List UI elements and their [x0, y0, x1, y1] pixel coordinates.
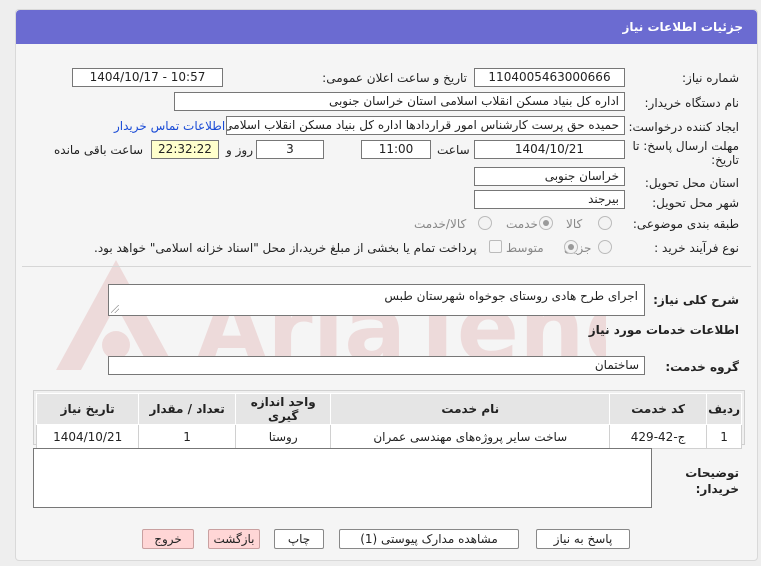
section-divider — [22, 266, 751, 267]
days-label: روز و — [226, 143, 253, 157]
buyer-contact-link[interactable]: اطلاعات تماس خریدار — [114, 119, 225, 133]
resize-grip-icon[interactable] — [111, 305, 119, 313]
category-radio-service[interactable] — [539, 216, 553, 230]
col-service-name: نام خدمت — [330, 393, 611, 425]
back-button[interactable]: بازگشت — [208, 529, 260, 549]
city-label: شهر محل تحویل: — [652, 196, 739, 210]
buyer-org-field: اداره کل بنیاد مسکن انقلاب اسلامی استان … — [174, 92, 625, 111]
category-radio-goods-service[interactable] — [478, 216, 492, 230]
view-attachments-button[interactable]: مشاهده مدارک پیوستی (1) — [339, 529, 519, 549]
purchase-radio-medium[interactable] — [564, 240, 578, 254]
print-button[interactable]: چاپ — [274, 529, 324, 549]
days-remaining-field: 3 — [256, 140, 324, 159]
cell-need-date: 1404/10/21 — [35, 424, 140, 449]
need-details-panel: جزئیات اطلاعات نیاز AriaTender.net شماره… — [15, 9, 758, 561]
col-quantity: تعداد / مقدار — [138, 393, 236, 425]
treasury-checkbox[interactable] — [489, 240, 502, 253]
description-label: شرح کلی نیاز: — [653, 293, 739, 307]
purchase-radio-minor[interactable] — [598, 240, 612, 254]
col-unit: واحد اندازه گیری — [234, 393, 332, 425]
cell-unit: روستا — [234, 424, 332, 449]
announce-datetime-label: تاریخ و ساعت اعلان عمومی: — [322, 71, 467, 85]
deadline-label-line1: مهلت ارسال پاسخ: تا — [632, 139, 739, 153]
city-field: بیرجند — [474, 190, 625, 209]
deadline-label-line2: تاریخ: — [711, 153, 739, 167]
col-need-date: تاریخ نیاز — [35, 393, 140, 425]
remaining-time-field: 22:32:22 — [151, 140, 219, 159]
buyer-notes-label-line2: خریدار: — [695, 482, 739, 496]
category-label: طبقه بندی موضوعی: — [632, 217, 739, 231]
buyer-notes-label-line1: توضیحات — [685, 466, 739, 480]
category-option-goods-service: کالا/خدمت — [414, 217, 467, 231]
deadline-date-field: 1404/10/21 — [474, 140, 625, 159]
col-service-code: کد خدمت — [609, 393, 708, 425]
col-row-number: ردیف — [706, 393, 742, 425]
table-row: 1 ج-42-429 ساخت سایر پروژه‌های مهندسی عم… — [35, 424, 742, 449]
description-field: اجرای طرح هادی روستای جوخواه شهرستان طبس — [108, 284, 645, 316]
remaining-time-label: ساعت باقی مانده — [54, 143, 144, 157]
service-group-field: ساختمان — [108, 356, 645, 375]
announce-datetime-field: 1404/10/17 - 10:57 — [72, 68, 223, 87]
province-label: استان محل تحویل: — [644, 176, 739, 190]
services-section-title: اطلاعات خدمات مورد نیاز — [588, 323, 739, 337]
services-table: ردیف کد خدمت نام خدمت واحد اندازه گیری ت… — [35, 393, 742, 449]
service-group-label: گروه خدمت: — [665, 360, 739, 374]
description-text: اجرای طرح هادی روستای جوخواه شهرستان طبس — [384, 289, 638, 303]
purchase-option-medium: متوسط — [506, 241, 544, 255]
category-option-goods: کالا — [566, 217, 583, 231]
exit-button[interactable]: خروج — [142, 529, 194, 549]
province-field: خراسان جنوبی — [474, 167, 625, 186]
services-table-wrapper: ردیف کد خدمت نام خدمت واحد اندازه گیری ت… — [33, 390, 745, 449]
cell-service-name: ساخت سایر پروژه‌های مهندسی عمران — [330, 424, 611, 449]
deadline-time-field: 11:00 — [361, 140, 431, 159]
requester-label: ایجاد کننده درخواست: — [628, 120, 739, 134]
cell-service-code: ج-42-429 — [609, 424, 708, 449]
treasury-note: پرداخت تمام یا بخشی از مبلغ خرید،از محل … — [94, 241, 477, 255]
purchase-type-label: نوع فرآیند خرید : — [654, 241, 739, 255]
need-number-label: شماره نیاز: — [682, 71, 739, 85]
buyer-notes-field — [33, 448, 652, 508]
cell-row-number: 1 — [706, 424, 742, 449]
watermark-logo-dot — [102, 331, 130, 359]
category-option-service: خدمت — [506, 217, 538, 231]
buyer-org-label: نام دستگاه خریدار: — [644, 96, 740, 110]
requester-field: حمیده حق پرست کارشناس امور قراردادها ادا… — [226, 116, 625, 135]
category-radio-goods[interactable] — [598, 216, 612, 230]
deadline-time-label: ساعت — [437, 143, 470, 157]
need-number-field: 1104005463000666 — [474, 68, 625, 87]
cell-quantity: 1 — [138, 424, 236, 449]
reply-to-need-button[interactable]: پاسخ به نیاز — [536, 529, 630, 549]
panel-header: جزئیات اطلاعات نیاز — [16, 10, 757, 44]
table-header-row: ردیف کد خدمت نام خدمت واحد اندازه گیری ت… — [35, 393, 742, 425]
panel-title: جزئیات اطلاعات نیاز — [622, 20, 743, 34]
